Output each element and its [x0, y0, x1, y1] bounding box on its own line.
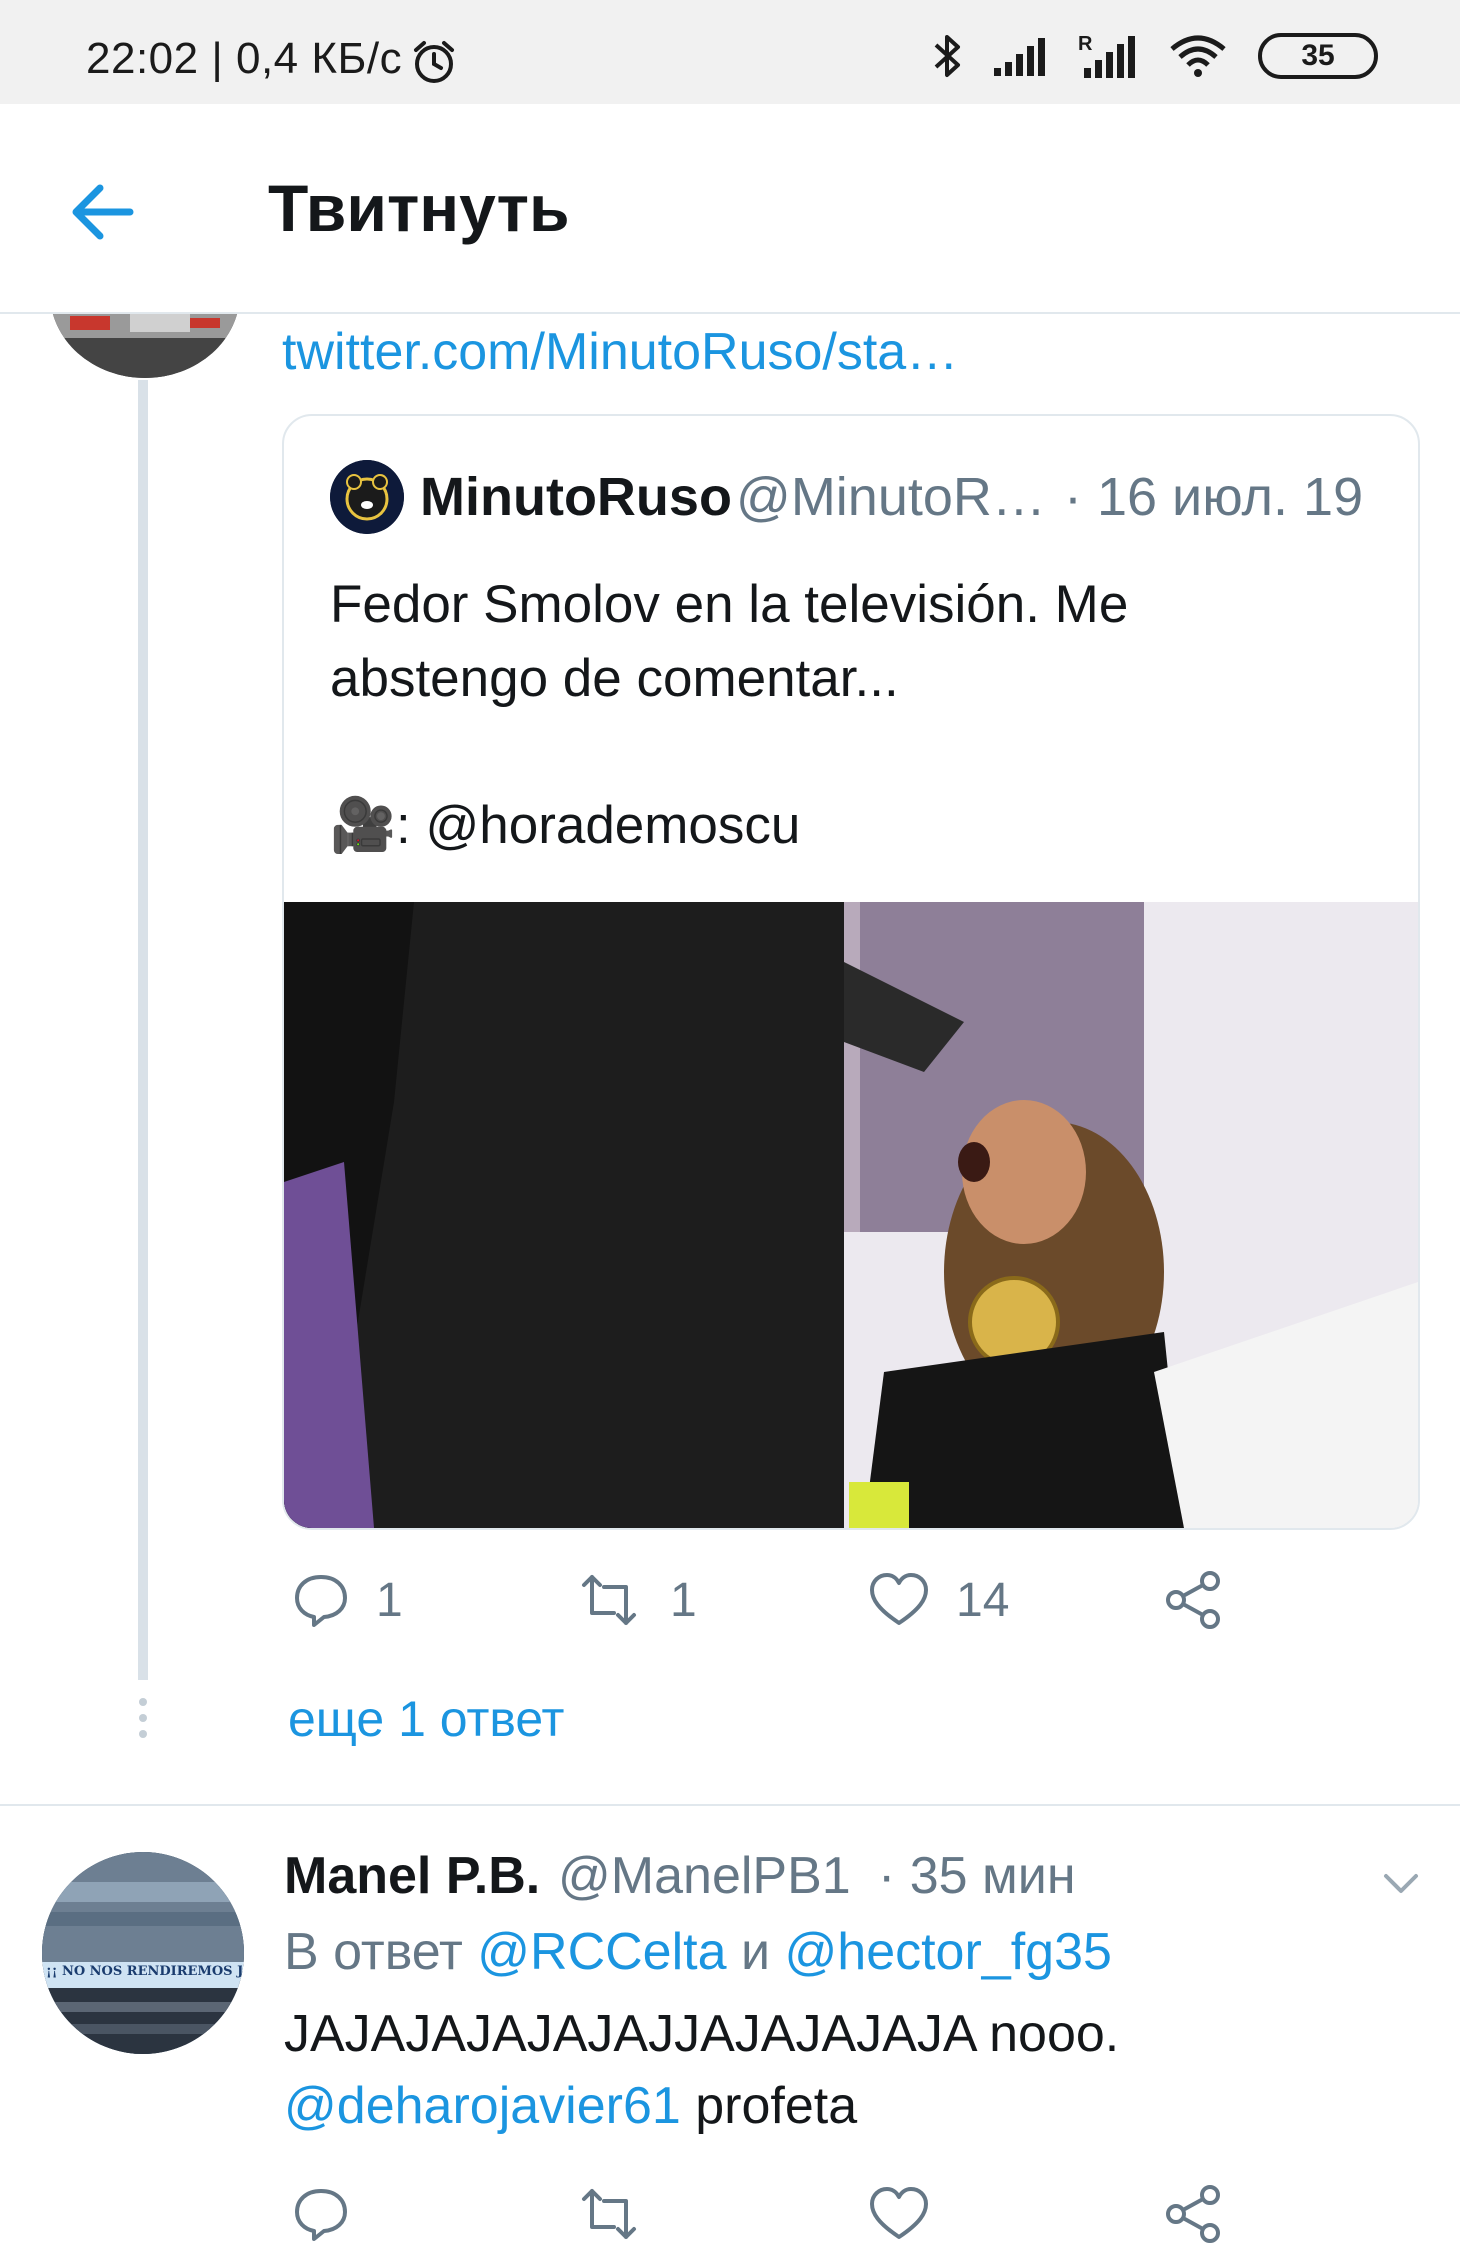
quoted-text-line: abstengo de comentar...	[330, 649, 899, 708]
like-count: 14	[956, 1573, 1010, 1627]
reply-to-conj: и	[740, 1923, 771, 1981]
alarm-icon	[414, 41, 454, 83]
quoted-tweet[interactable]: MinutoRuso @MinutoR… · 16 июл. 19 Fedor …	[282, 414, 1420, 1530]
quoted-credit-text: : @horademoscu	[396, 795, 801, 855]
mention-link[interactable]: @hector_fg35	[784, 1923, 1111, 1981]
reply-text-line: JAJAJAJAJAJAJJAJAJAJAJA nooo.	[284, 2005, 1120, 2063]
arrow-left-icon[interactable]	[64, 174, 140, 250]
reply-text-tail: profeta	[695, 2077, 858, 2135]
retweet-button[interactable]	[574, 2174, 644, 2254]
quoted-text: Fedor Smolov en la televisión. Me absten…	[330, 568, 1370, 716]
wifi-icon	[1170, 35, 1226, 77]
avatar-banner-text: ¡¡ NO NOS RENDIREMOS JAMÁS	[46, 1964, 242, 1979]
battery-icon: 35	[1258, 33, 1378, 79]
reply-actions	[282, 2174, 1282, 2254]
quoted-credit: 🎥 : @horademoscu	[330, 794, 800, 856]
signal-roaming-icon: R	[1078, 33, 1135, 78]
retweet-button[interactable]: 1	[574, 1560, 697, 1640]
quoted-avatar	[330, 460, 404, 534]
retweet-icon	[582, 1575, 636, 1625]
divider	[0, 1804, 1460, 1806]
mention-link[interactable]: @RCCelta	[477, 1923, 726, 1981]
bluetooth-icon	[934, 35, 960, 77]
reply-icon	[295, 1575, 347, 1627]
tweet-link[interactable]: twitter.com/MinutoRuso/sta…	[282, 322, 958, 382]
quoted-text-line: Fedor Smolov en la televisión. Me	[330, 575, 1129, 634]
avatar[interactable]: ¡¡ NO NOS RENDIREMOS JAMÁS	[42, 1852, 244, 2054]
reply-timestamp: · 35 мин	[878, 1847, 1076, 1905]
reply-icon	[295, 2189, 347, 2241]
video-camera-icon: 🎥	[330, 796, 396, 855]
mention-link[interactable]: @deharojavier61	[284, 2077, 681, 2135]
quoted-handle: @MinutoR…	[736, 467, 1046, 527]
media-image[interactable]	[284, 902, 1418, 1528]
show-more-replies-link[interactable]: еще 1 ответ	[288, 1690, 564, 1748]
share-icon	[1166, 1571, 1220, 1629]
share-button[interactable]	[1162, 1560, 1224, 1640]
reply-author-handle: @ManelPB1	[558, 1847, 851, 1905]
status-icons: R 35	[932, 26, 1378, 86]
like-button[interactable]: 14	[868, 1560, 1009, 1640]
quoted-date: · 16 июл. 19	[1064, 467, 1364, 527]
app-header: Твитнуть	[0, 104, 1460, 314]
status-time: 22:02 | 0,4 КБ/с	[86, 34, 403, 83]
page-title: Твитнуть	[268, 171, 570, 245]
thread-connector	[138, 380, 148, 1680]
signal-icon	[994, 38, 1045, 76]
reply-text: JAJAJAJAJAJAJJAJAJAJAJA nooo. @deharojav…	[284, 1998, 1404, 2142]
reply-author-name[interactable]: Manel P.B.	[284, 1846, 540, 1906]
more-replies-dots	[137, 1698, 149, 1746]
reply-to-prefix: В ответ	[284, 1923, 463, 1981]
reply-button[interactable]: 1	[292, 1560, 403, 1640]
heart-icon	[870, 2187, 928, 2239]
battery-level: 35	[1301, 39, 1335, 72]
quoted-name: MinutoRuso	[420, 467, 732, 527]
status-bar: 22:02 | 0,4 КБ/с R 35	[0, 0, 1460, 104]
tweet-actions: 1 1 14	[282, 1560, 1282, 1640]
reply-count: 1	[376, 1573, 403, 1627]
heart-icon	[870, 1573, 928, 1625]
reply-to-line: В ответ @RCCelta и @hector_fg35	[284, 1922, 1112, 1982]
like-button[interactable]	[868, 2174, 930, 2254]
reply-button[interactable]	[292, 2174, 350, 2254]
retweet-icon	[582, 2189, 636, 2239]
share-button[interactable]	[1162, 2174, 1224, 2254]
share-icon	[1166, 2185, 1220, 2243]
chevron-down-icon[interactable]	[1376, 1858, 1426, 1908]
retweet-count: 1	[670, 1573, 697, 1627]
svg-text:R: R	[1078, 33, 1093, 55]
